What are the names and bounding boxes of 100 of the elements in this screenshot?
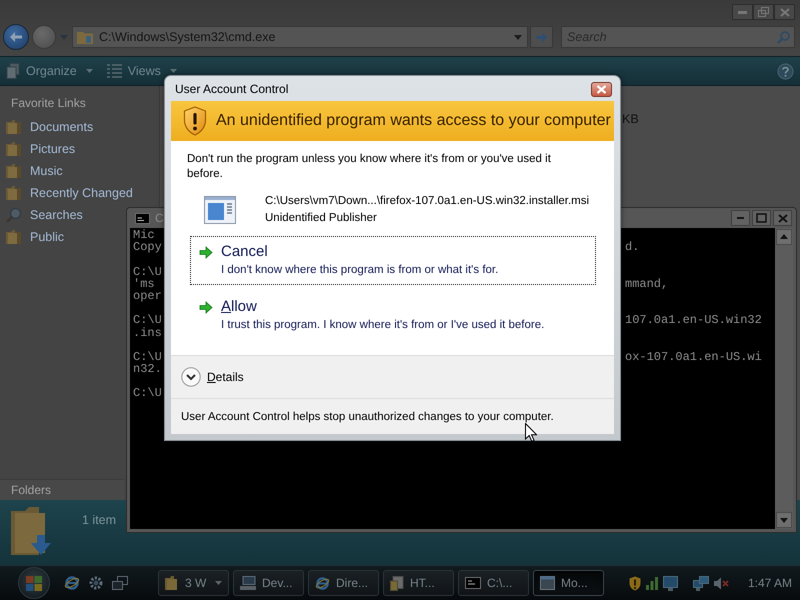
folder-icon xyxy=(6,141,22,157)
console-text: 'ms xyxy=(133,278,155,290)
close-icon xyxy=(780,8,790,16)
arrow-right-icon xyxy=(199,300,213,314)
folder-icon xyxy=(6,119,22,135)
orbit-icon xyxy=(64,575,80,591)
program-path: C:\Users\vm7\Down...\firefox-107.0a1.en-US.win32.installer.msi xyxy=(265,194,590,209)
console-text: Copy xyxy=(133,241,162,254)
caret-icon xyxy=(86,69,93,73)
cursor-icon xyxy=(525,423,537,442)
pages-icon xyxy=(6,63,20,79)
taskbar-button[interactable]: Mo... xyxy=(533,570,604,596)
nav-link[interactable]: Documents xyxy=(0,116,96,138)
computer-icon xyxy=(240,576,256,590)
console-text: oper xyxy=(133,290,162,302)
dialog-heading: An unidentified program wants access to your computer xyxy=(216,112,611,130)
section-heading: Favorite Links xyxy=(11,95,86,111)
console-text: C:\U xyxy=(133,314,162,327)
warning-shield-icon xyxy=(628,576,641,590)
taskbar-button[interactable]: Dev... xyxy=(233,570,304,596)
console-text: n32. xyxy=(133,363,162,376)
maximize-icon xyxy=(756,213,767,223)
close-button[interactable] xyxy=(591,82,612,97)
help-icon xyxy=(777,62,794,80)
organize-button[interactable]: Organize xyxy=(6,59,93,83)
arrow-right-icon xyxy=(535,32,548,42)
console-text: d. xyxy=(625,241,640,254)
taskbar-button[interactable]: 3 W xyxy=(158,570,229,596)
caret-icon xyxy=(215,581,222,585)
monitor-icon xyxy=(662,576,678,590)
restore-button[interactable] xyxy=(753,4,774,20)
console-text: .ins xyxy=(133,326,162,339)
program-window-icon xyxy=(204,196,236,224)
document-icon xyxy=(390,576,404,590)
console-icon xyxy=(135,212,150,224)
folders-toggle[interactable]: Folders xyxy=(0,479,124,500)
nav-link[interactable]: Public xyxy=(0,226,68,248)
nav-link[interactable]: Recently Changed xyxy=(0,182,136,204)
help-button[interactable] xyxy=(777,62,794,80)
stacked-windows-icon xyxy=(112,576,128,590)
views-button[interactable]: Views xyxy=(106,59,177,83)
search-icon xyxy=(777,30,790,44)
console-text: ox-107.0a1.en-US.wi xyxy=(625,350,762,364)
speaker-muted-icon xyxy=(714,576,729,590)
orbit-icon xyxy=(315,576,330,590)
console-text: mmand, xyxy=(625,278,668,290)
console-text: C:\U xyxy=(133,387,162,400)
console-icon xyxy=(465,577,481,589)
console-text: C:\U xyxy=(133,350,162,364)
flag-icon xyxy=(26,576,42,590)
maximize-button[interactable] xyxy=(752,210,771,226)
warning-shield-icon xyxy=(183,106,207,136)
folder-icon xyxy=(77,30,93,44)
scrollbar[interactable] xyxy=(775,228,793,529)
scroll-down-icon xyxy=(776,512,792,528)
minimize-icon xyxy=(738,10,747,14)
gear-icon xyxy=(88,575,104,591)
search-icon xyxy=(6,207,22,223)
minimize-icon xyxy=(737,217,744,219)
arrow-right-icon xyxy=(199,246,213,258)
dialog-title: User Account Control xyxy=(175,82,288,96)
nav-link[interactable]: Pictures xyxy=(0,138,78,160)
close-icon xyxy=(778,214,788,222)
table-cell: KB xyxy=(622,112,639,126)
arrow-left-icon xyxy=(9,31,23,43)
folder-icon xyxy=(165,576,179,590)
caret-icon xyxy=(514,34,522,40)
minimize-button[interactable] xyxy=(732,4,753,20)
folder-icon xyxy=(6,185,22,201)
network-icon xyxy=(692,576,709,590)
item-count: 1 item xyxy=(82,513,116,527)
signal-bars-icon xyxy=(646,576,658,590)
scroll-up-icon xyxy=(776,229,792,245)
list-view-icon xyxy=(106,64,122,78)
taskbar-button[interactable]: Dire... xyxy=(308,570,379,596)
clock: 1:47 AM xyxy=(748,576,792,590)
folder-icon xyxy=(6,163,22,179)
folder-icon xyxy=(6,229,22,245)
browser-launch-button[interactable] xyxy=(64,575,80,591)
publisher-name: Unidentified Publisher xyxy=(265,211,377,226)
console-text: 107.0a1.en-US.win32 xyxy=(625,314,762,327)
console-text: Mic xyxy=(133,229,155,242)
app-launch-button[interactable] xyxy=(88,575,104,591)
window-icon xyxy=(540,576,555,590)
caret-icon xyxy=(170,69,177,73)
footer-text: User Account Control helps stop unauthorized changes to your computer. xyxy=(181,410,554,422)
nav-link[interactable]: Searches xyxy=(0,204,86,226)
switch-windows-button[interactable] xyxy=(112,576,128,590)
taskbar-button[interactable]: C:\... xyxy=(458,570,529,596)
details-toggle[interactable]: Details xyxy=(181,367,244,387)
start-button[interactable] xyxy=(18,567,50,599)
caret-icon xyxy=(60,34,68,40)
taskbar-button[interactable]: HT... xyxy=(383,570,454,596)
restore-icon xyxy=(758,7,769,17)
back-button[interactable] xyxy=(3,24,29,50)
console-text: C:\U xyxy=(133,266,162,278)
close-icon xyxy=(596,85,607,94)
nav-link[interactable]: Music xyxy=(0,160,66,182)
minimize-button[interactable] xyxy=(731,210,750,226)
command-link[interactable]: Cancel I don't know where this program is from or what it's for. xyxy=(190,236,596,285)
